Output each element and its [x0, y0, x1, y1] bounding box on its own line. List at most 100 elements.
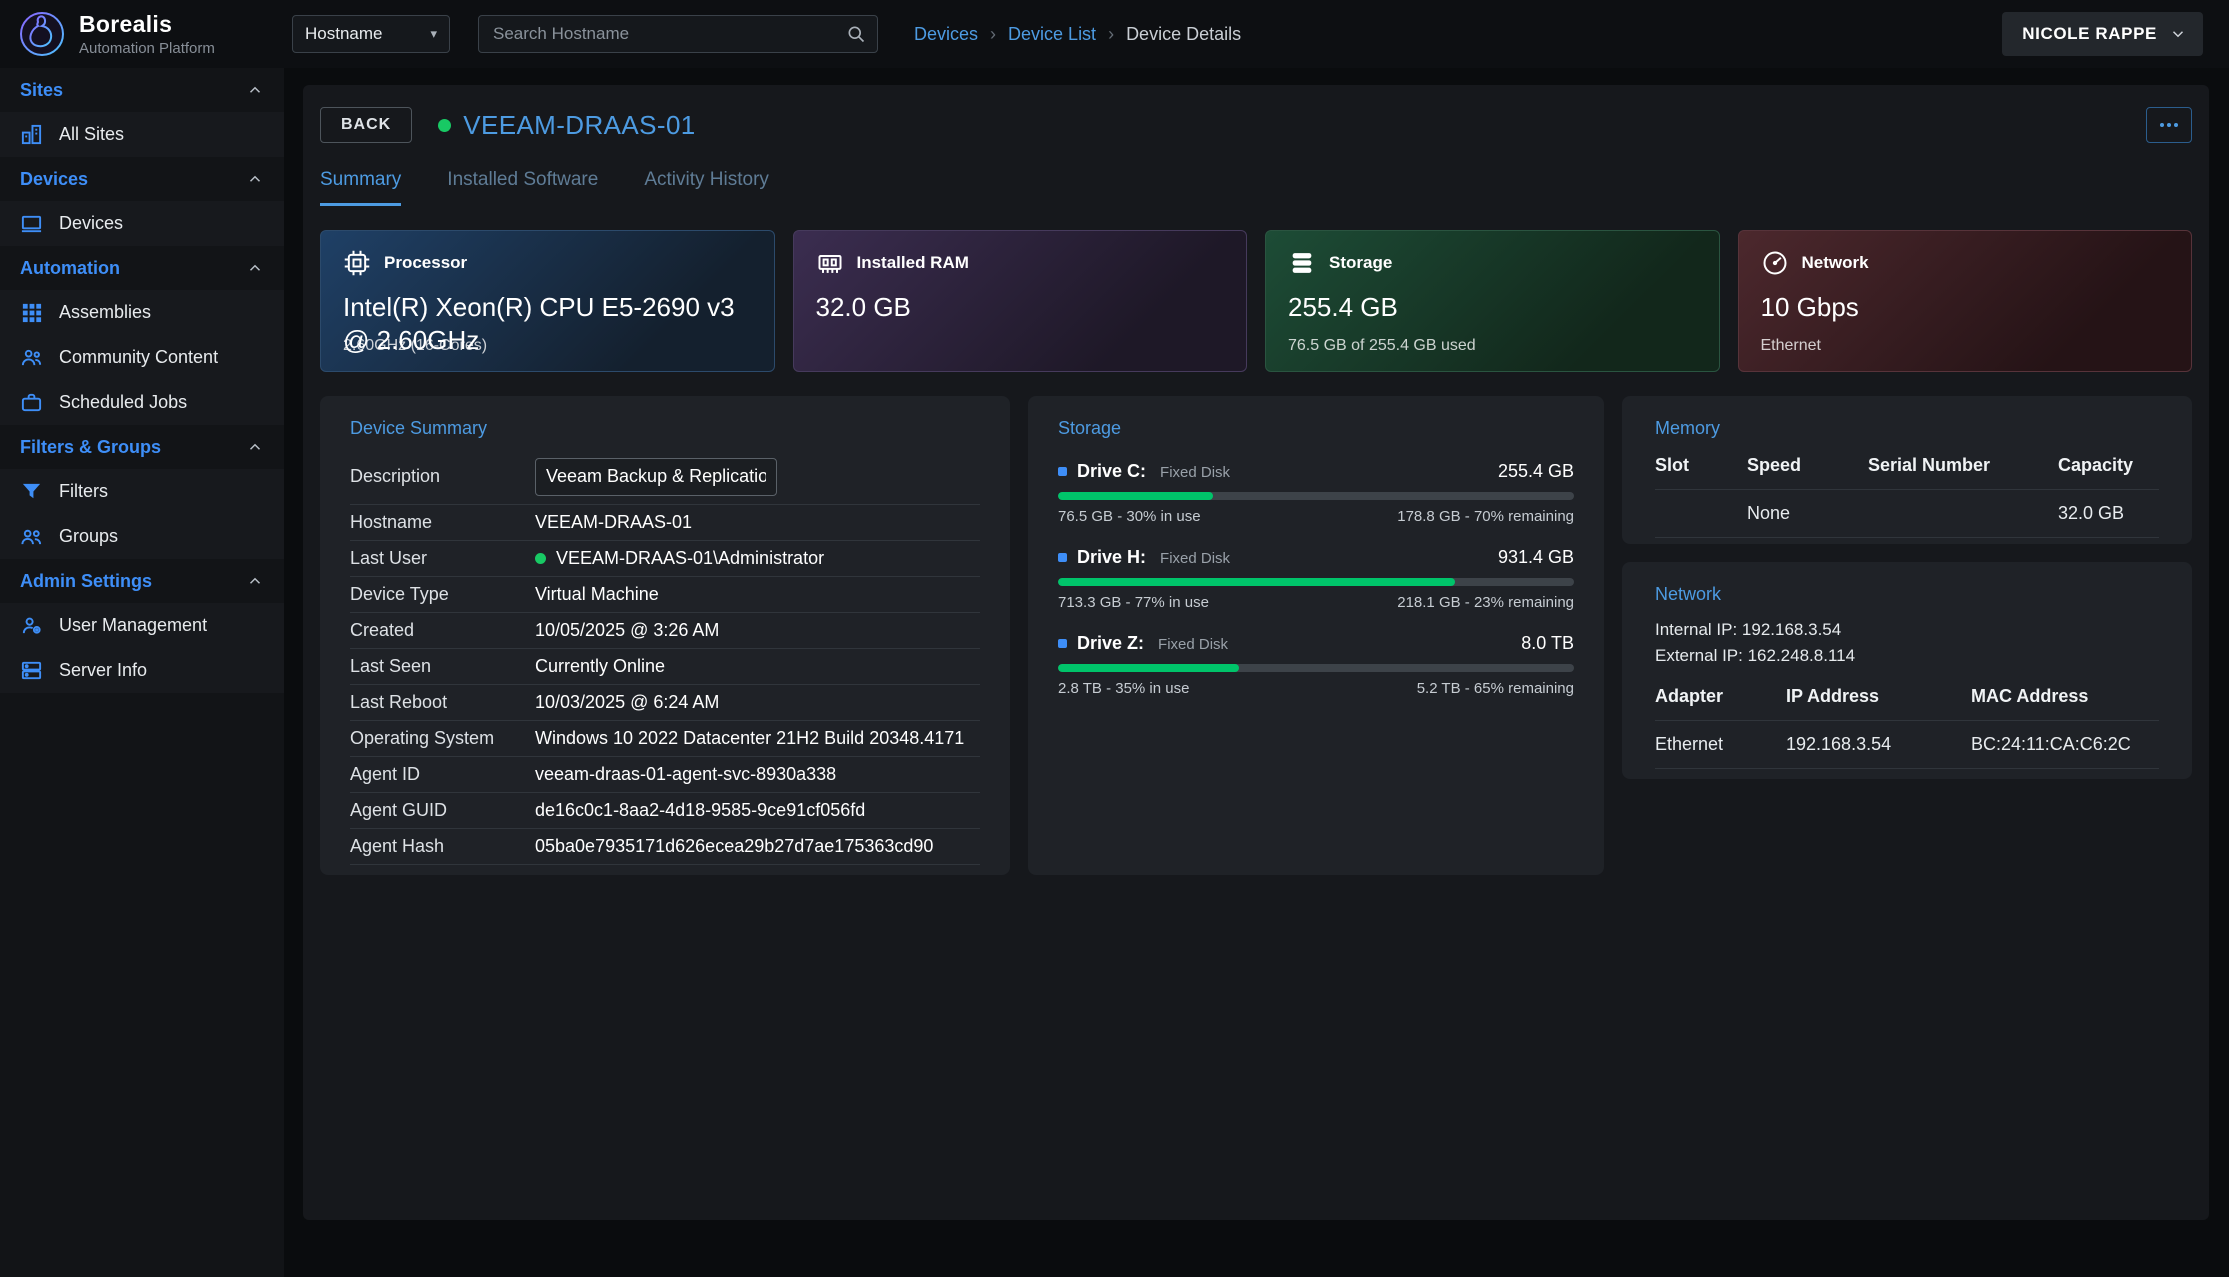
- chevron-up-icon: [246, 572, 264, 590]
- memory-header-serial: Serial Number: [1868, 455, 2058, 476]
- server-info-icon: [20, 659, 43, 682]
- row-label: Operating System: [350, 728, 535, 749]
- tab-activity-history[interactable]: Activity History: [644, 169, 769, 206]
- device-summary-row-agent-guid: Agent GUID de16c0c1-8aa2-4d18-9585-9ce91…: [350, 793, 980, 829]
- sidebar-section-automation[interactable]: Automation: [0, 246, 284, 290]
- breadcrumb-devices[interactable]: Devices: [914, 24, 978, 45]
- drive-bullet-icon: [1058, 639, 1067, 648]
- drive-remaining-text: 5.2 TB - 65% remaining: [1417, 680, 1574, 697]
- section-label: Filters & Groups: [20, 437, 161, 458]
- sidebar-item-assemblies[interactable]: Assemblies: [0, 290, 284, 335]
- stat-value: 255.4 GB: [1288, 291, 1697, 324]
- network-card: Network Internal IP: 192.168.3.54 Extern…: [1622, 562, 2192, 779]
- breadcrumb-device-details: Device Details: [1126, 24, 1241, 45]
- memory-capacity-value: 32.0 GB: [2058, 503, 2159, 524]
- drive-usage-bar: [1058, 664, 1574, 672]
- row-value: VEEAM-DRAAS-01\Administrator: [535, 548, 824, 569]
- network-header-mac: MAC Address: [1971, 686, 2159, 707]
- description-input[interactable]: [535, 458, 777, 496]
- drive-usage-fill: [1058, 492, 1213, 500]
- user-name: NICOLE RAPPE: [2022, 24, 2157, 44]
- memory-speed-value: None: [1747, 503, 1868, 524]
- drive-bullet-icon: [1058, 553, 1067, 562]
- hostname-filter-value: Hostname: [305, 24, 382, 44]
- drive-size: 8.0 TB: [1521, 633, 1574, 654]
- row-label: Agent Hash: [350, 836, 535, 857]
- scheduled-jobs-icon: [20, 391, 43, 414]
- community-content-icon: [20, 346, 43, 369]
- sidebar-item-groups[interactable]: Groups: [0, 514, 284, 559]
- sidebar-item-label: Groups: [59, 526, 118, 547]
- sidebar-section-sites[interactable]: Sites: [0, 68, 284, 112]
- sidebar-item-community-content[interactable]: Community Content: [0, 335, 284, 380]
- row-label: Hostname: [350, 512, 535, 533]
- stat-label: Storage: [1329, 253, 1392, 273]
- search-input[interactable]: [478, 15, 878, 53]
- drive-usage-bar: [1058, 492, 1574, 500]
- sidebar-item-label: Devices: [59, 213, 123, 234]
- tab-summary[interactable]: Summary: [320, 169, 401, 206]
- chevron-up-icon: [246, 81, 264, 99]
- section-label: Admin Settings: [20, 571, 152, 592]
- internal-ip: Internal IP: 192.168.3.54: [1655, 617, 2159, 643]
- device-summary-row-operating-system: Operating System Windows 10 2022 Datacen…: [350, 721, 980, 757]
- chevron-up-icon: [246, 438, 264, 456]
- breadcrumb-device-list[interactable]: Device List: [1008, 24, 1096, 45]
- more-actions-button[interactable]: [2146, 107, 2192, 143]
- dropdown-caret-icon: ▾: [430, 26, 437, 42]
- brand: Borealis Automation Platform: [0, 10, 284, 58]
- row-value: de16c0c1-8aa2-4d18-9585-9ce91cf056fd: [535, 800, 865, 821]
- user-menu-button[interactable]: NICOLE RAPPE: [2002, 12, 2203, 56]
- row-label: Last User: [350, 548, 535, 569]
- section-label: Devices: [20, 169, 88, 190]
- sidebar-item-filters[interactable]: Filters: [0, 469, 284, 514]
- sidebar-item-label: Assemblies: [59, 302, 151, 323]
- sidebar-item-devices[interactable]: Devices: [0, 201, 284, 246]
- drive-size: 931.4 GB: [1498, 547, 1574, 568]
- sidebar-item-label: Community Content: [59, 347, 218, 368]
- back-button[interactable]: BACK: [320, 107, 412, 143]
- drive-type: Fixed Disk: [1160, 550, 1230, 567]
- online-status-dot: [438, 119, 451, 132]
- tab-installed-software[interactable]: Installed Software: [447, 169, 598, 206]
- sidebar-section-devices[interactable]: Devices: [0, 157, 284, 201]
- device-summary-card: Device Summary Description Hostname VEEA…: [320, 396, 1010, 875]
- drive-type: Fixed Disk: [1160, 464, 1230, 481]
- sidebar-item-user-management[interactable]: User Management: [0, 603, 284, 648]
- borealis-logo: [18, 10, 66, 58]
- network-ip-value: 192.168.3.54: [1786, 734, 1971, 755]
- memory-table-header: Slot Speed Serial Number Capacity: [1655, 455, 2159, 490]
- drive-type: Fixed Disk: [1158, 636, 1228, 653]
- drive-remaining-text: 218.1 GB - 23% remaining: [1397, 594, 1574, 611]
- sidebar-item-server-info[interactable]: Server Info: [0, 648, 284, 693]
- filters-icon: [20, 480, 43, 503]
- sidebar-item-all-sites[interactable]: All Sites: [0, 112, 284, 157]
- device-header: BACK VEEAM-DRAAS-01: [320, 107, 2192, 143]
- sidebar-item-label: User Management: [59, 615, 207, 636]
- stat-card-storage: Storage 255.4 GB 76.5 GB of 255.4 GB use…: [1265, 230, 1720, 372]
- row-value: 05ba0e7935171d626ecea29b27d7ae175363cd90: [535, 836, 933, 857]
- cpu-icon: [343, 249, 371, 277]
- network-title: Network: [1655, 584, 2159, 605]
- section-label: Sites: [20, 80, 63, 101]
- drive-used-text: 76.5 GB - 30% in use: [1058, 508, 1201, 525]
- network-adapter-value: Ethernet: [1655, 734, 1786, 755]
- breadcrumb-separator-icon: ›: [1108, 24, 1114, 45]
- drive-usage-bar: [1058, 578, 1574, 586]
- stat-card-row: Processor Intel(R) Xeon(R) CPU E5-2690 v…: [320, 230, 2192, 372]
- chevron-up-icon: [246, 170, 264, 188]
- hostname-filter-select[interactable]: Hostname ▾: [292, 15, 450, 53]
- main-panel: BACK VEEAM-DRAAS-01 Summary Installed So…: [303, 85, 2209, 1220]
- sidebar-item-scheduled-jobs[interactable]: Scheduled Jobs: [0, 380, 284, 425]
- stat-footer: 76.5 GB of 255.4 GB used: [1288, 337, 1476, 355]
- device-summary-row-last-seen: Last Seen Currently Online: [350, 649, 980, 685]
- all-sites-icon: [20, 123, 43, 146]
- row-value: Virtual Machine: [535, 584, 659, 605]
- ram-icon: [816, 249, 844, 277]
- sidebar-section-admin-settings[interactable]: Admin Settings: [0, 559, 284, 603]
- memory-card: Memory Slot Speed Serial Number Capacity…: [1622, 396, 2192, 544]
- stat-label: Processor: [384, 253, 467, 273]
- external-ip: External IP: 162.248.8.114: [1655, 643, 2159, 669]
- sidebar-section-filters-groups[interactable]: Filters & Groups: [0, 425, 284, 469]
- user-management-icon: [20, 614, 43, 637]
